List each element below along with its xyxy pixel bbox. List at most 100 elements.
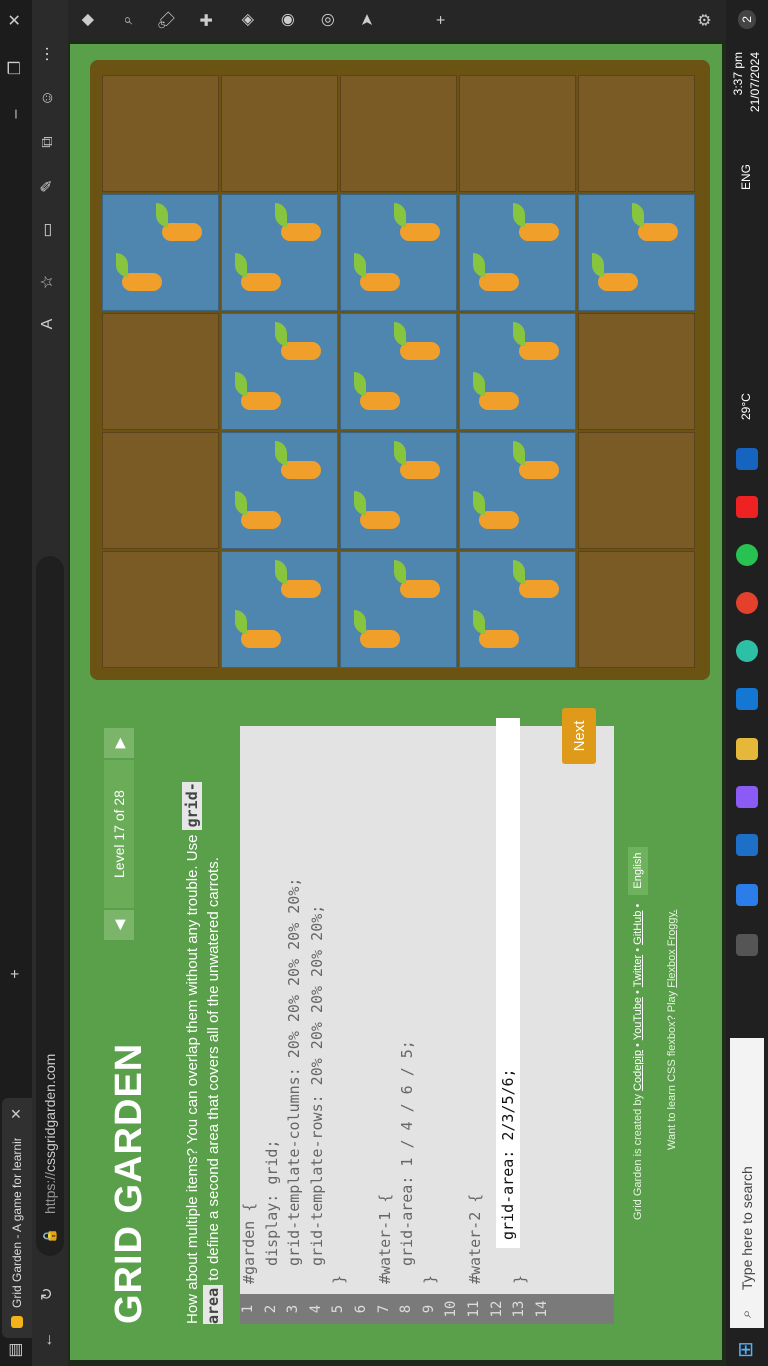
search-icon[interactable]: ⌕ xyxy=(116,8,140,32)
leaf-icon xyxy=(156,203,168,227)
leaf-icon xyxy=(513,322,525,346)
send-icon[interactable]: ➤ xyxy=(356,8,380,32)
store-icon[interactable] xyxy=(736,884,758,906)
edge-icon[interactable] xyxy=(736,640,758,662)
garden-cell-watered xyxy=(459,194,576,311)
minimize-icon[interactable]: – xyxy=(5,102,27,126)
language-select[interactable]: English xyxy=(628,846,648,895)
restore-icon[interactable]: ❐ xyxy=(5,56,27,80)
line-number: 4 xyxy=(307,1304,324,1314)
outlook-app-icon[interactable] xyxy=(736,448,758,470)
new-tab-button[interactable]: + xyxy=(5,962,27,986)
leaf-icon xyxy=(235,253,247,277)
leaf-icon xyxy=(473,610,485,634)
leaf-icon xyxy=(513,560,525,584)
carrot-icon xyxy=(281,342,321,360)
line-number: 9 xyxy=(420,1304,437,1314)
language-indicator[interactable]: ENG xyxy=(739,164,753,190)
line-number: 14 xyxy=(533,1300,550,1318)
leaf-icon xyxy=(235,491,247,515)
shopping-icon[interactable]: 🏷 xyxy=(156,8,180,32)
games-icon[interactable]: ◈ xyxy=(236,8,260,32)
carrot-icon xyxy=(519,580,559,598)
garden-cell-soil xyxy=(459,75,576,192)
tab-bar: ▤ Grid Garden - A game for learnin ✕ + –… xyxy=(0,0,32,1366)
back-icon[interactable]: ← xyxy=(37,1328,59,1352)
carrot-icon xyxy=(122,273,162,291)
carrot-icon xyxy=(400,461,440,479)
extensions-icon[interactable]: ✎ xyxy=(37,174,59,198)
outlook-icon[interactable]: ◎ xyxy=(316,8,340,32)
level-label[interactable]: Level 17 of 28 xyxy=(104,760,134,908)
close-tab-icon[interactable]: ✕ xyxy=(8,1108,25,1120)
credits-text: Grid Garden is created by xyxy=(632,1090,644,1220)
leaf-icon xyxy=(354,491,366,515)
more-menu-icon[interactable]: ⋯ xyxy=(37,42,59,66)
close-window-icon[interactable]: ✕ xyxy=(5,8,27,32)
address-bar[interactable]: 🔒 https://cssgridgarden.com xyxy=(36,556,64,1256)
office-icon[interactable]: ◉ xyxy=(276,8,300,32)
leaf-icon xyxy=(513,203,525,227)
settings-icon[interactable]: ⚙ xyxy=(694,8,718,32)
copilot-icon[interactable]: ◆ xyxy=(76,8,100,32)
prev-level-button[interactable]: ◀ xyxy=(104,910,134,940)
favicon-icon xyxy=(11,1316,23,1328)
copilot-app-icon[interactable] xyxy=(736,786,758,808)
game-area: GRID GARDEN ◀ Level 17 of 28 ▶ How about… xyxy=(70,44,722,1360)
carrot-icon xyxy=(598,273,638,291)
garden-cell-watered xyxy=(340,551,457,668)
taskbar-search[interactable]: ⌕ Type here to search xyxy=(730,1038,764,1328)
code-line: #water-1 { xyxy=(375,1193,394,1284)
task-view-icon[interactable] xyxy=(736,934,758,956)
link-codepip[interactable]: Codepip xyxy=(632,1050,644,1091)
code-line: grid-template-columns: 20% 20% 20% 20% 2… xyxy=(285,877,304,1284)
link-github[interactable]: GitHub xyxy=(632,911,644,945)
garden-cell-soil xyxy=(340,75,457,192)
windows-start-icon[interactable]: ⊞ xyxy=(735,1336,757,1358)
garden-cell-soil xyxy=(578,432,695,549)
mail-icon[interactable] xyxy=(736,834,758,856)
line-number: 11 xyxy=(465,1300,482,1318)
file-explorer-icon[interactable] xyxy=(736,738,758,760)
garden-cell-soil xyxy=(102,75,219,192)
carrot-icon xyxy=(519,223,559,241)
chrome-icon[interactable] xyxy=(736,592,758,614)
add-sidebar-icon[interactable]: + xyxy=(430,8,454,32)
collections-icon[interactable]: ⧉ xyxy=(37,130,59,154)
split-screen-icon[interactable]: ▭ xyxy=(37,218,59,242)
whatsapp-icon[interactable] xyxy=(736,544,758,566)
tab-actions-icon[interactable]: ▤ xyxy=(5,1338,27,1362)
instructions-text-end: to define a second area that covers all … xyxy=(205,857,222,1285)
code-line: grid-area: 1 / 4 / 6 / 5; xyxy=(398,1040,417,1284)
active-tab[interactable]: Grid Garden - A game for learnin ✕ xyxy=(2,1098,32,1338)
leaf-icon xyxy=(513,441,525,465)
garden-cell-watered xyxy=(578,194,695,311)
link-twitter[interactable]: Twitter xyxy=(632,955,644,987)
notification-badge[interactable]: 2 xyxy=(738,10,756,29)
answer-input[interactable] xyxy=(496,718,520,1248)
weather[interactable]: 29°C xyxy=(739,393,753,420)
url-scheme: https:// xyxy=(42,1171,58,1214)
tab-title: Grid Garden - A game for learnin xyxy=(10,1138,24,1308)
carrot-icon xyxy=(281,461,321,479)
garden-cell-soil xyxy=(102,432,219,549)
clock[interactable]: 3:37 pm 21/07/2024 xyxy=(730,52,764,112)
leaf-icon xyxy=(275,322,287,346)
link-youtube[interactable]: YouTube xyxy=(632,997,644,1040)
app-icon[interactable] xyxy=(736,688,758,710)
link-flexbox-froggy[interactable]: Flexbox Froggy. xyxy=(666,910,678,988)
tools-icon[interactable]: ✚ xyxy=(196,8,220,32)
next-level-arrow-button[interactable]: ▶ xyxy=(104,728,134,758)
read-aloud-icon[interactable]: A xyxy=(37,312,59,336)
system-tray: 29°C ENG 3:37 pm 21/07/2024 2 xyxy=(726,0,768,420)
leaf-icon xyxy=(394,441,406,465)
refresh-icon[interactable]: ↻ xyxy=(37,1282,59,1306)
youtube-icon[interactable] xyxy=(736,496,758,518)
favorite-icon[interactable]: ☆ xyxy=(37,270,59,294)
profile-icon[interactable]: ☺ xyxy=(37,86,59,110)
carrot-icon xyxy=(281,223,321,241)
carrot-icon xyxy=(400,580,440,598)
next-button[interactable]: Next xyxy=(562,708,596,764)
